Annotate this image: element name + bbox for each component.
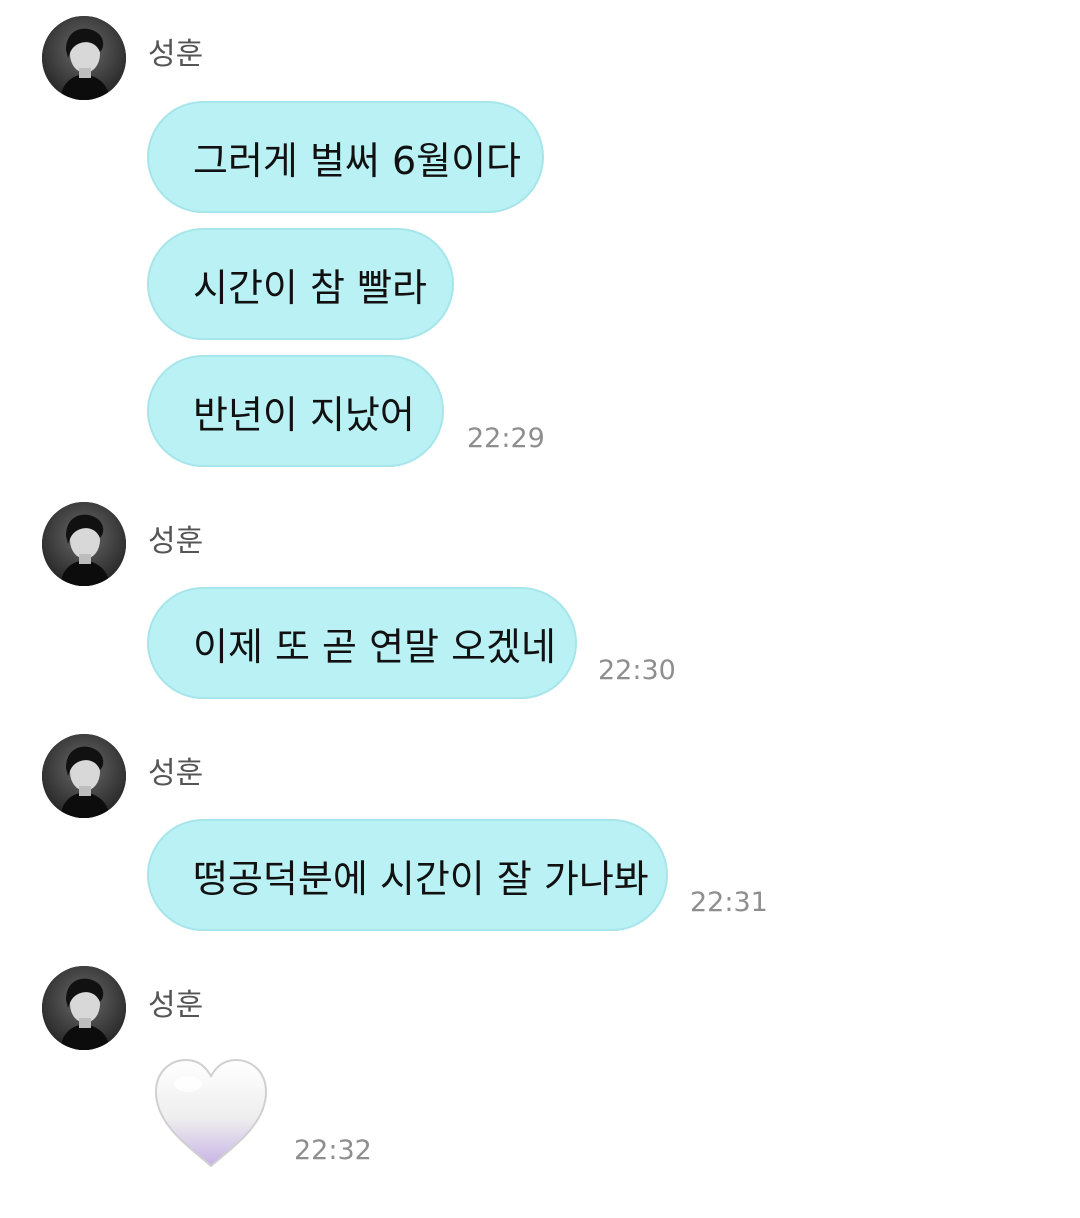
message-timestamp: 22:31	[690, 887, 768, 918]
message-bubble[interactable]: 이제 또 곧 연말 오겠네	[147, 587, 577, 699]
sender-name: 성훈	[148, 524, 204, 559]
message-bubble[interactable]: 떵공덕분에 시간이 잘 가나봐	[147, 819, 668, 931]
avatar[interactable]	[42, 966, 126, 1050]
sender-name: 성훈	[148, 37, 204, 72]
avatar[interactable]	[42, 734, 126, 818]
message-timestamp: 22:30	[598, 655, 676, 686]
sender-name: 성훈	[148, 988, 204, 1023]
avatar[interactable]	[42, 502, 126, 586]
message-timestamp: 22:32	[294, 1135, 372, 1166]
message-bubble[interactable]: 반년이 지났어	[147, 355, 444, 467]
sender-name: 성훈	[148, 756, 204, 791]
avatar[interactable]	[42, 16, 126, 100]
message-bubble[interactable]: 그러게 벌써 6월이다	[147, 101, 544, 213]
message-bubble[interactable]: 시간이 참 빨라	[147, 228, 454, 340]
message-timestamp: 22:29	[467, 423, 545, 454]
white-heart-icon[interactable]	[150, 1054, 272, 1176]
